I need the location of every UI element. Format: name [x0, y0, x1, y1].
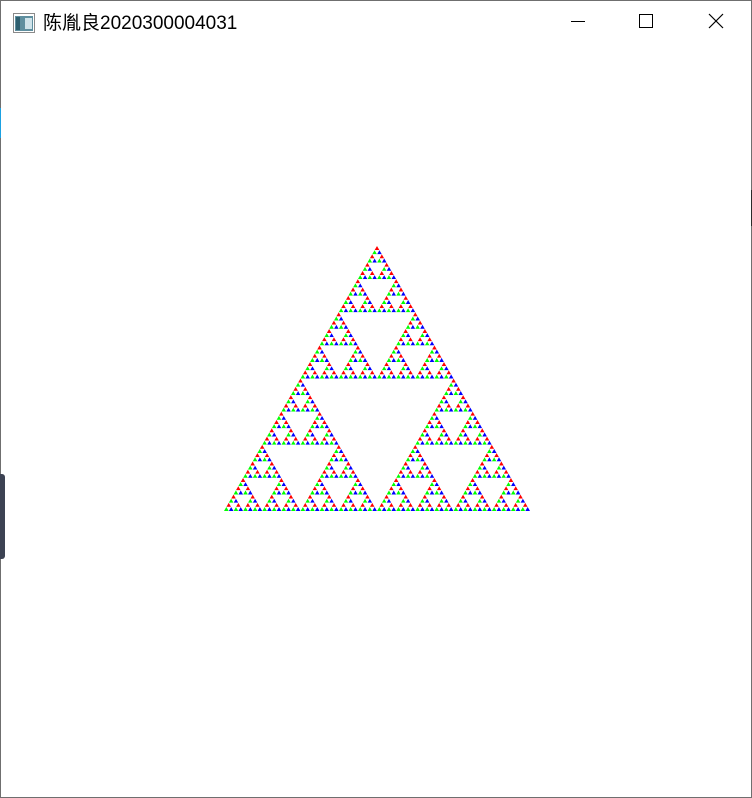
window-title: 陈胤良2020300004031: [43, 13, 238, 34]
side-panel-handle[interactable]: [0, 474, 5, 559]
maximize-button[interactable]: [611, 1, 681, 46]
drawing-area[interactable]: [1, 46, 751, 797]
close-icon: [708, 13, 724, 34]
app-window: 陈胤良2020300004031: [0, 0, 752, 798]
window-app-icon: [13, 13, 35, 33]
maximize-icon: [638, 13, 654, 34]
minimize-icon: [570, 13, 586, 34]
sierpinski-canvas: [224, 246, 530, 511]
left-edge-marker: [0, 108, 1, 138]
minimize-button[interactable]: [543, 1, 613, 46]
close-button[interactable]: [681, 1, 751, 46]
fractal-triangle: [374, 246, 380, 251]
title-bar[interactable]: 陈胤良2020300004031: [1, 1, 751, 46]
